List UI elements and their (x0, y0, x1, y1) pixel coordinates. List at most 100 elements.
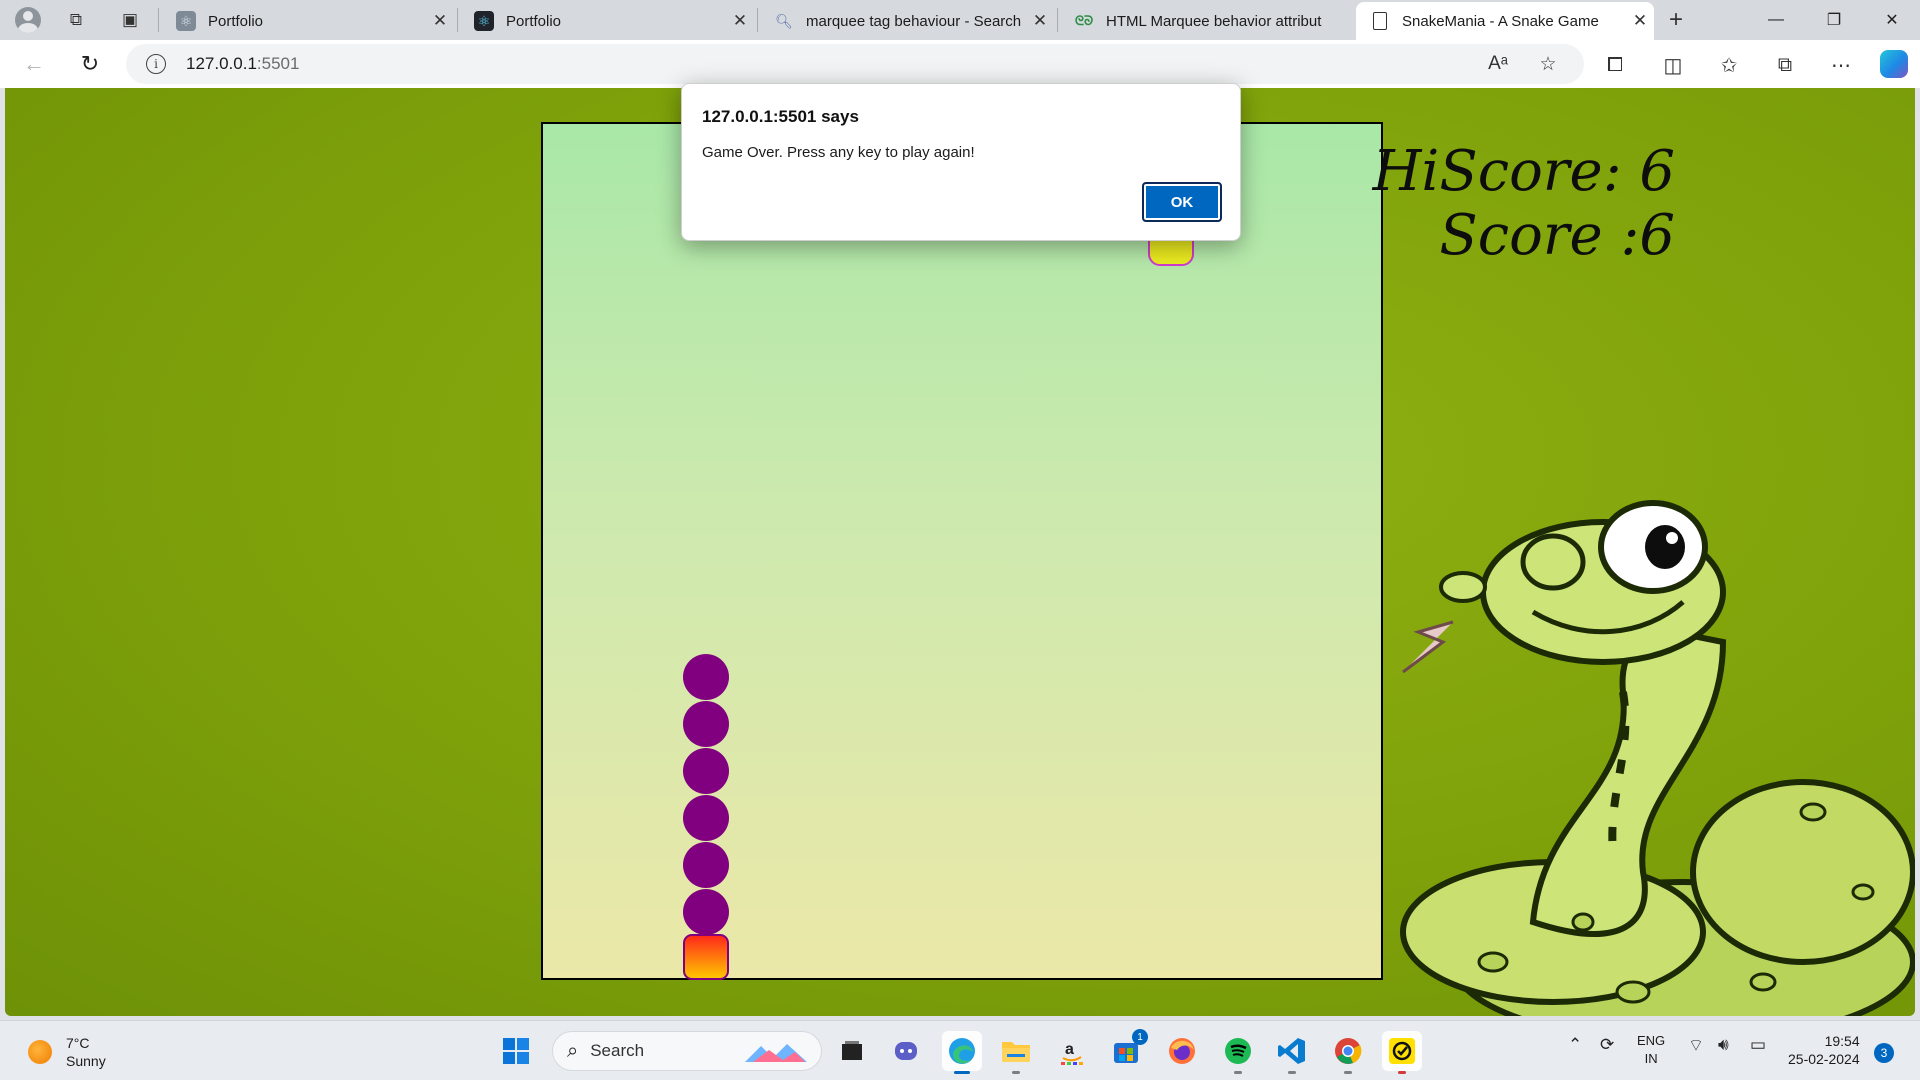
spotify-button[interactable] (1218, 1031, 1258, 1074)
snake-head (683, 934, 729, 980)
running-indicator (1344, 1071, 1352, 1074)
tab-title: SnakeMania - A Snake Game (1402, 12, 1599, 30)
edge-icon (949, 1038, 975, 1064)
cartoon-snake-image (1400, 500, 1915, 1016)
profile-button[interactable] (10, 6, 46, 34)
running-indicator (1398, 1071, 1406, 1074)
url-host: 127.0.0.1 (186, 54, 257, 73)
running-indicator (1234, 1071, 1242, 1074)
snake-body-segment (683, 701, 729, 747)
geeksforgeeks-icon: ᘓᘐ (1074, 13, 1094, 28)
tab-strip: ⧉ ▣ ⚛ Portfolio ✕ ⚛ Portfolio ✕ 🔍︎ marqu… (0, 0, 1920, 40)
search-label: Search (590, 1041, 645, 1060)
amazon-icon: a (1061, 1041, 1083, 1065)
tab-divider (757, 8, 758, 32)
tab-title: marquee tag behaviour - Search (806, 12, 1022, 30)
amazon-button[interactable]: a (1052, 1031, 1092, 1071)
active-indicator (954, 1071, 970, 1074)
taskbar: 7°C Sunny ⌕ Search a 1 ⌃ ⟳ ENG IN ⌔ 🔊︎ ▭… (0, 1020, 1920, 1080)
battery-icon[interactable]: ▭ (1750, 1035, 1766, 1055)
weather-temp: 7°C (66, 1035, 90, 1051)
tab-portfolio-2[interactable]: ⚛ Portfolio ✕ (460, 2, 754, 40)
weather-text: 7°C Sunny (66, 1034, 106, 1070)
tab-snakemania[interactable]: SnakeMania - A Snake Game ✕ (1356, 2, 1654, 40)
volume-icon[interactable]: 🔊︎ (1718, 1035, 1729, 1055)
address-bar[interactable]: i 127.0.0.1:5501 (126, 44, 1584, 84)
weather-condition: Sunny (66, 1053, 106, 1069)
tab-title: Portfolio (208, 12, 264, 30)
teams-icon (895, 1042, 917, 1060)
search-highlight-icon (745, 1044, 807, 1062)
store-button[interactable]: 1 (1106, 1029, 1148, 1071)
more-menu-icon[interactable]: ⋯ (1826, 50, 1856, 80)
file-explorer-button[interactable] (996, 1031, 1036, 1074)
tab-portfolio-1[interactable]: ⚛ Portfolio ✕ (162, 2, 454, 40)
running-indicator (1288, 1071, 1296, 1074)
url-text: 127.0.0.1:5501 (186, 54, 299, 74)
language-code: ENG (1637, 1033, 1666, 1048)
favorite-star-icon[interactable]: ☆ (1534, 50, 1562, 78)
browser-toolbar: ← ↻ i 127.0.0.1:5501 A͏ᵃ ☆ ⧠ ◫ ✩ ⧉ ⋯ (0, 40, 1920, 88)
score-text: Score :6 (1439, 203, 1675, 268)
close-window-icon[interactable]: ✕ (1864, 0, 1920, 40)
close-tab-icon[interactable]: ✕ (426, 11, 454, 31)
weather-widget[interactable]: 7°C Sunny (28, 1034, 106, 1070)
split-screen-icon[interactable]: ◫ (1658, 50, 1688, 80)
back-icon[interactable]: ← (16, 46, 52, 82)
start-button[interactable] (496, 1031, 536, 1071)
taskbar-search[interactable]: ⌕ Search (552, 1031, 822, 1071)
firefox-button[interactable] (1162, 1031, 1202, 1071)
task-view-button[interactable] (832, 1031, 872, 1071)
sync-icon[interactable]: ⟳ (1600, 1035, 1614, 1055)
restore-icon[interactable]: ❐ (1806, 0, 1862, 40)
store-badge: 1 (1132, 1029, 1148, 1045)
tab-actions-icon[interactable]: ▣ (112, 6, 148, 34)
close-tab-icon[interactable]: ✕ (726, 11, 754, 31)
system-clock[interactable]: 19:54 25-02-2024 (1788, 1032, 1860, 1068)
language-indicator[interactable]: ENG IN (1637, 1032, 1665, 1068)
read-aloud-icon[interactable]: A͏ᵃ (1484, 50, 1512, 78)
close-tab-icon[interactable]: ✕ (1626, 11, 1654, 31)
minimize-icon[interactable]: — (1748, 0, 1804, 40)
edge-app-button[interactable] (942, 1031, 982, 1074)
tab-search[interactable]: 🔍︎ marquee tag behaviour - Search ✕ (760, 2, 1054, 40)
vscode-icon (1278, 1038, 1305, 1064)
workspaces-icon[interactable]: ⧉ (58, 6, 94, 34)
refresh-icon[interactable]: ↻ (72, 46, 108, 82)
teams-chat-button[interactable] (886, 1031, 926, 1071)
windows-icon (503, 1038, 529, 1064)
snake-body-segment (683, 889, 729, 935)
dialog-title: 127.0.0.1:5501 says (702, 107, 859, 126)
hiscore-text: HiScore: 6 (1372, 139, 1675, 204)
norton-button[interactable] (1382, 1031, 1422, 1074)
wifi-icon[interactable]: ⌔ (1688, 1035, 1704, 1056)
tab-title: Portfolio (506, 12, 562, 30)
dialog-message: Game Over. Press any key to play again! (702, 144, 975, 161)
collections-icon[interactable]: ⧉ (1770, 50, 1800, 80)
folder-icon (1002, 1042, 1030, 1062)
firefox-icon (1169, 1038, 1195, 1064)
new-tab-button[interactable]: + (1658, 6, 1694, 34)
tab-gfg[interactable]: ᘓᘐ HTML Marquee behavior attribut (1060, 2, 1354, 40)
tab-divider (158, 8, 159, 32)
site-info-icon[interactable]: i (146, 54, 166, 74)
game-board[interactable] (541, 122, 1383, 980)
clock-time: 19:54 (1824, 1033, 1860, 1049)
copilot-icon[interactable] (1880, 50, 1908, 78)
ok-button[interactable]: OK (1142, 182, 1222, 222)
search-icon: ⌕ (567, 1039, 579, 1062)
show-hidden-icons[interactable]: ⌃ (1568, 1035, 1582, 1055)
chrome-button[interactable] (1328, 1031, 1368, 1074)
close-tab-icon[interactable]: ✕ (1026, 11, 1054, 31)
vscode-button[interactable] (1272, 1031, 1312, 1074)
search-icon: 🔍︎ (775, 12, 793, 29)
notification-badge[interactable]: 3 (1874, 1043, 1894, 1063)
react-icon: ⚛ (176, 11, 196, 31)
extensions-icon[interactable]: ⧠ (1600, 50, 1630, 80)
norton-icon (1389, 1038, 1415, 1064)
favorites-icon[interactable]: ✩ (1714, 50, 1744, 80)
url-port: :5501 (256, 54, 300, 73)
chrome-icon (1335, 1038, 1362, 1064)
tab-divider (1057, 8, 1058, 32)
alert-dialog: 127.0.0.1:5501 says Game Over. Press any… (681, 83, 1241, 241)
